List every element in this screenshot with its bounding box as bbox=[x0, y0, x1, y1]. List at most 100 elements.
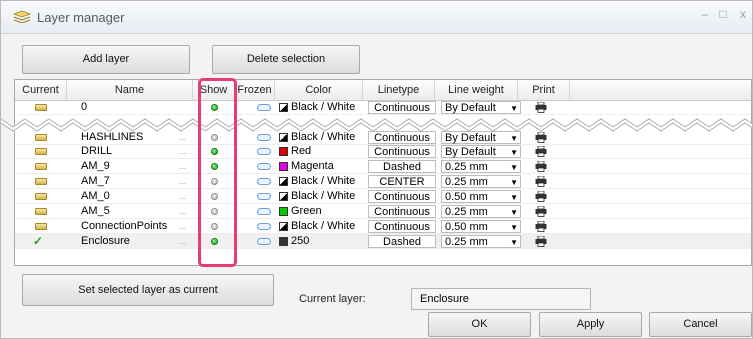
color-name[interactable]: Black / White bbox=[291, 189, 355, 204]
printer-icon[interactable] bbox=[535, 146, 547, 157]
linetype-field[interactable]: Dashed bbox=[368, 235, 436, 248]
table-row[interactable]: DRILL... Red Continuous By Default ▼ bbox=[15, 144, 751, 159]
color-name[interactable]: Red bbox=[291, 144, 311, 159]
lineweight-select[interactable]: By Default ▼ bbox=[441, 145, 521, 158]
linetype-field[interactable]: Continuous bbox=[368, 190, 436, 203]
linetype-field[interactable]: Continuous bbox=[368, 220, 436, 233]
chevron-down-icon[interactable]: ▼ bbox=[510, 146, 518, 159]
color-swatch[interactable] bbox=[279, 222, 288, 231]
color-name[interactable]: Black / White bbox=[291, 174, 355, 189]
color-swatch[interactable] bbox=[279, 207, 288, 216]
frozen-toggle-icon[interactable] bbox=[257, 148, 271, 155]
color-name[interactable]: 250 bbox=[291, 234, 309, 249]
color-swatch[interactable] bbox=[279, 147, 288, 156]
header-print[interactable]: Print bbox=[518, 80, 570, 100]
printer-icon[interactable] bbox=[535, 102, 547, 113]
table-row[interactable]: AM_0... Black / White Continuous 0.50 mm ▼ bbox=[15, 189, 751, 204]
name-edit-dots[interactable]: ... bbox=[179, 159, 187, 174]
color-name[interactable]: Black / White bbox=[291, 100, 355, 115]
linetype-field[interactable]: Continuous bbox=[368, 205, 436, 218]
lineweight-select[interactable]: 0.25 mm ▼ bbox=[441, 205, 521, 218]
color-name[interactable]: Black / White bbox=[291, 219, 355, 234]
lineweight-select[interactable]: 0.25 mm ▼ bbox=[441, 235, 521, 248]
close-button[interactable]: x bbox=[736, 7, 750, 21]
frozen-toggle-icon[interactable] bbox=[257, 208, 271, 215]
lineweight-select[interactable]: 0.50 mm ▼ bbox=[441, 190, 521, 203]
folder-icon[interactable] bbox=[35, 163, 47, 170]
frozen-toggle-icon[interactable] bbox=[257, 134, 271, 141]
color-swatch[interactable] bbox=[279, 162, 288, 171]
folder-icon[interactable] bbox=[35, 178, 47, 185]
name-edit-dots[interactable]: ... bbox=[179, 204, 187, 219]
chevron-down-icon[interactable]: ▼ bbox=[510, 236, 518, 249]
color-swatch[interactable] bbox=[279, 133, 288, 142]
checkmark-icon[interactable]: ✓ bbox=[33, 234, 43, 249]
table-row[interactable]: AM_9... Magenta Dashed 0.25 mm ▼ bbox=[15, 159, 751, 174]
chevron-down-icon[interactable]: ▼ bbox=[510, 206, 518, 219]
header-color[interactable]: Color bbox=[275, 80, 363, 100]
color-swatch[interactable] bbox=[279, 192, 288, 201]
printer-icon[interactable] bbox=[535, 206, 547, 217]
name-edit-dots[interactable]: ... bbox=[179, 219, 187, 234]
name-edit-dots[interactable]: ... bbox=[179, 174, 187, 189]
layer-name[interactable]: 0 bbox=[81, 100, 181, 115]
folder-icon[interactable] bbox=[35, 104, 47, 111]
color-swatch[interactable] bbox=[279, 177, 288, 186]
lineweight-select[interactable]: 0.25 mm ▼ bbox=[441, 175, 521, 188]
ok-button[interactable]: OK bbox=[428, 312, 531, 337]
layer-name[interactable]: AM_9 bbox=[81, 159, 181, 174]
lineweight-select[interactable]: 0.50 mm ▼ bbox=[441, 220, 521, 233]
delete-selection-button[interactable]: Delete selection bbox=[212, 45, 360, 74]
printer-icon[interactable] bbox=[535, 161, 547, 172]
table-row[interactable]: AM_7... Black / White CENTER 0.25 mm ▼ bbox=[15, 174, 751, 189]
printer-icon[interactable] bbox=[535, 221, 547, 232]
folder-icon[interactable] bbox=[35, 208, 47, 215]
frozen-toggle-icon[interactable] bbox=[257, 193, 271, 200]
printer-icon[interactable] bbox=[535, 191, 547, 202]
linetype-field[interactable]: Continuous bbox=[368, 101, 436, 114]
linetype-field[interactable]: Continuous bbox=[368, 145, 436, 158]
frozen-toggle-icon[interactable] bbox=[257, 223, 271, 230]
minimize-button[interactable]: – bbox=[698, 7, 712, 21]
printer-icon[interactable] bbox=[535, 132, 547, 143]
folder-icon[interactable] bbox=[35, 148, 47, 155]
chevron-down-icon[interactable]: ▼ bbox=[510, 191, 518, 204]
color-swatch[interactable] bbox=[279, 237, 288, 246]
frozen-toggle-icon[interactable] bbox=[257, 238, 271, 245]
frozen-toggle-icon[interactable] bbox=[257, 178, 271, 185]
frozen-toggle-icon[interactable] bbox=[257, 163, 271, 170]
lineweight-select[interactable]: By Default ▼ bbox=[441, 101, 521, 114]
table-row[interactable]: 0 Black / White Continuous By Default ▼ bbox=[15, 100, 751, 115]
set-current-layer-button[interactable]: Set selected layer as current bbox=[22, 274, 274, 306]
chevron-down-icon[interactable]: ▼ bbox=[510, 221, 518, 234]
folder-icon[interactable] bbox=[35, 193, 47, 200]
name-edit-dots[interactable]: ... bbox=[179, 189, 187, 204]
add-layer-button[interactable]: Add layer bbox=[22, 45, 190, 74]
header-current[interactable]: Current bbox=[15, 80, 67, 100]
chevron-down-icon[interactable]: ▼ bbox=[510, 176, 518, 189]
maximize-button[interactable]: □ bbox=[716, 7, 730, 21]
chevron-down-icon[interactable]: ▼ bbox=[510, 161, 518, 174]
color-name[interactable]: Green bbox=[291, 204, 322, 219]
layer-name[interactable]: AM_5 bbox=[81, 204, 181, 219]
table-row[interactable]: AM_5... Green Continuous 0.25 mm ▼ bbox=[15, 204, 751, 219]
color-swatch[interactable] bbox=[279, 103, 288, 112]
folder-icon[interactable] bbox=[35, 223, 47, 230]
layer-name[interactable]: AM_0 bbox=[81, 189, 181, 204]
name-edit-dots[interactable]: ... bbox=[179, 144, 187, 159]
header-frozen[interactable]: Frozen bbox=[235, 80, 275, 100]
header-lineweight[interactable]: Line weight bbox=[435, 80, 518, 100]
linetype-field[interactable]: Dashed bbox=[368, 160, 436, 173]
cancel-button[interactable]: Cancel bbox=[649, 312, 752, 337]
layer-name[interactable]: ConnectionPoints bbox=[81, 219, 181, 234]
table-row[interactable]: ConnectionPoints... Black / White Continuo… bbox=[15, 219, 751, 234]
apply-button[interactable]: Apply bbox=[539, 312, 642, 337]
name-edit-dots[interactable]: ... bbox=[179, 234, 187, 249]
folder-icon[interactable] bbox=[35, 134, 47, 141]
header-linetype[interactable]: Linetype bbox=[363, 80, 435, 100]
lineweight-select[interactable]: 0.25 mm ▼ bbox=[441, 160, 521, 173]
frozen-toggle-icon[interactable] bbox=[257, 104, 271, 111]
layer-name[interactable]: DRILL bbox=[81, 144, 181, 159]
printer-icon[interactable] bbox=[535, 236, 547, 247]
color-name[interactable]: Magenta bbox=[291, 159, 334, 174]
